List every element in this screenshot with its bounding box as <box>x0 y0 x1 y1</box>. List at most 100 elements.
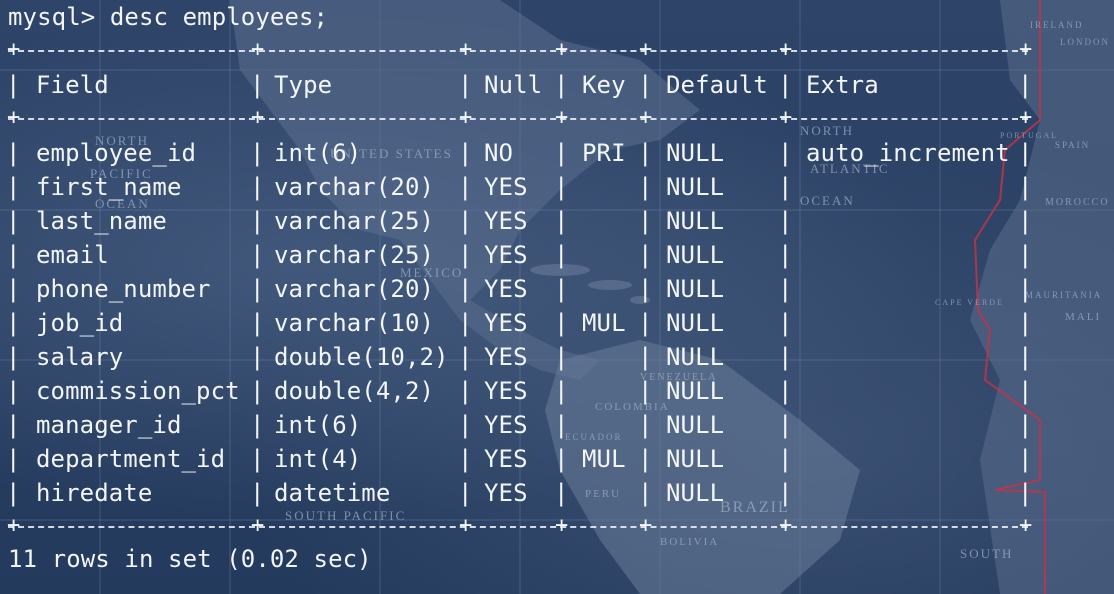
column-separator: | <box>250 241 265 269</box>
table-corner: + <box>639 105 653 130</box>
cell-default: NULL <box>666 479 725 507</box>
cell-null: YES <box>484 207 528 235</box>
cell-null: YES <box>484 241 528 269</box>
column-separator: | <box>6 411 21 439</box>
column-separator: | <box>1018 309 1033 337</box>
column-separator: | <box>6 377 21 405</box>
command-line: mysql> desc employees; <box>8 0 328 34</box>
column-separator: | <box>638 275 653 303</box>
table-corner: + <box>1019 37 1033 62</box>
cell-field: first_name <box>36 173 182 201</box>
table-border-line <box>8 118 1028 120</box>
table-border-line <box>8 526 1028 528</box>
column-separator: | <box>250 207 265 235</box>
column-separator: | <box>6 309 21 337</box>
cell-field: employee_id <box>36 139 197 167</box>
column-separator: | <box>458 309 473 337</box>
column-separator: | <box>778 139 793 167</box>
table-corner: + <box>7 105 21 130</box>
column-separator: | <box>638 309 653 337</box>
table-corner: + <box>555 513 569 538</box>
column-separator: | <box>554 207 569 235</box>
cell-default: NULL <box>666 275 725 303</box>
column-separator: | <box>554 173 569 201</box>
table-corner: + <box>459 105 473 130</box>
header-default: Default <box>666 71 768 99</box>
cell-null: YES <box>484 309 528 337</box>
column-separator: | <box>458 173 473 201</box>
cell-type: double(10,2) <box>274 343 449 371</box>
cell-field: department_id <box>36 445 226 473</box>
cell-extra: auto_increment <box>806 139 1010 167</box>
column-separator: | <box>1018 377 1033 405</box>
column-separator: | <box>778 411 793 439</box>
column-separator: | <box>458 275 473 303</box>
cell-type: varchar(25) <box>274 241 435 269</box>
header-key: Key <box>582 71 626 99</box>
cell-default: NULL <box>666 241 725 269</box>
cell-type: int(6) <box>274 139 362 167</box>
column-separator: | <box>1018 275 1033 303</box>
cell-type: varchar(10) <box>274 309 435 337</box>
cell-default: NULL <box>666 173 725 201</box>
cell-type: varchar(20) <box>274 173 435 201</box>
column-separator: | <box>554 139 569 167</box>
column-separator: | <box>554 411 569 439</box>
column-separator: | <box>1018 411 1033 439</box>
column-separator: | <box>458 139 473 167</box>
column-separator: | <box>250 445 265 473</box>
column-separator: | <box>250 173 265 201</box>
column-separator: | <box>1018 71 1033 99</box>
cell-null: YES <box>484 275 528 303</box>
column-separator: | <box>554 445 569 473</box>
column-separator: | <box>778 479 793 507</box>
column-separator: | <box>458 207 473 235</box>
cell-default: NULL <box>666 309 725 337</box>
column-separator: | <box>250 377 265 405</box>
table-corner: + <box>1019 105 1033 130</box>
cell-key: PRI <box>582 139 626 167</box>
cell-field: hiredate <box>36 479 153 507</box>
table-corner: + <box>779 105 793 130</box>
table-corner: + <box>459 513 473 538</box>
column-separator: | <box>638 377 653 405</box>
column-separator: | <box>1018 343 1033 371</box>
table-corner: + <box>1019 513 1033 538</box>
table-corner: + <box>555 105 569 130</box>
cell-key: MUL <box>582 445 626 473</box>
column-separator: | <box>778 241 793 269</box>
cell-null: YES <box>484 173 528 201</box>
column-separator: | <box>554 343 569 371</box>
column-separator: | <box>6 71 21 99</box>
column-separator: | <box>458 411 473 439</box>
column-separator: | <box>778 445 793 473</box>
cell-null: YES <box>484 479 528 507</box>
column-separator: | <box>638 241 653 269</box>
table-corner: + <box>779 513 793 538</box>
cell-default: NULL <box>666 343 725 371</box>
column-separator: | <box>458 241 473 269</box>
column-separator: | <box>6 241 21 269</box>
terminal-output: mysql> desc employees; + + + + + + + | | | | | | | Fie… <box>0 0 1114 594</box>
cell-null: YES <box>484 343 528 371</box>
column-separator: | <box>778 343 793 371</box>
column-separator: | <box>554 479 569 507</box>
column-separator: | <box>6 173 21 201</box>
table-corner: + <box>251 37 265 62</box>
column-separator: | <box>1018 479 1033 507</box>
cell-default: NULL <box>666 445 725 473</box>
cell-default: NULL <box>666 207 725 235</box>
table-corner: + <box>459 37 473 62</box>
prompt: mysql> <box>8 3 96 31</box>
column-separator: | <box>6 445 21 473</box>
column-separator: | <box>638 479 653 507</box>
cell-null: NO <box>484 139 514 167</box>
column-separator: | <box>6 139 21 167</box>
column-separator: | <box>6 207 21 235</box>
column-separator: | <box>778 207 793 235</box>
cell-type: varchar(25) <box>274 207 435 235</box>
cell-field: job_id <box>36 309 124 337</box>
cell-field: last_name <box>36 207 167 235</box>
cell-type: varchar(20) <box>274 275 435 303</box>
column-separator: | <box>250 71 265 99</box>
